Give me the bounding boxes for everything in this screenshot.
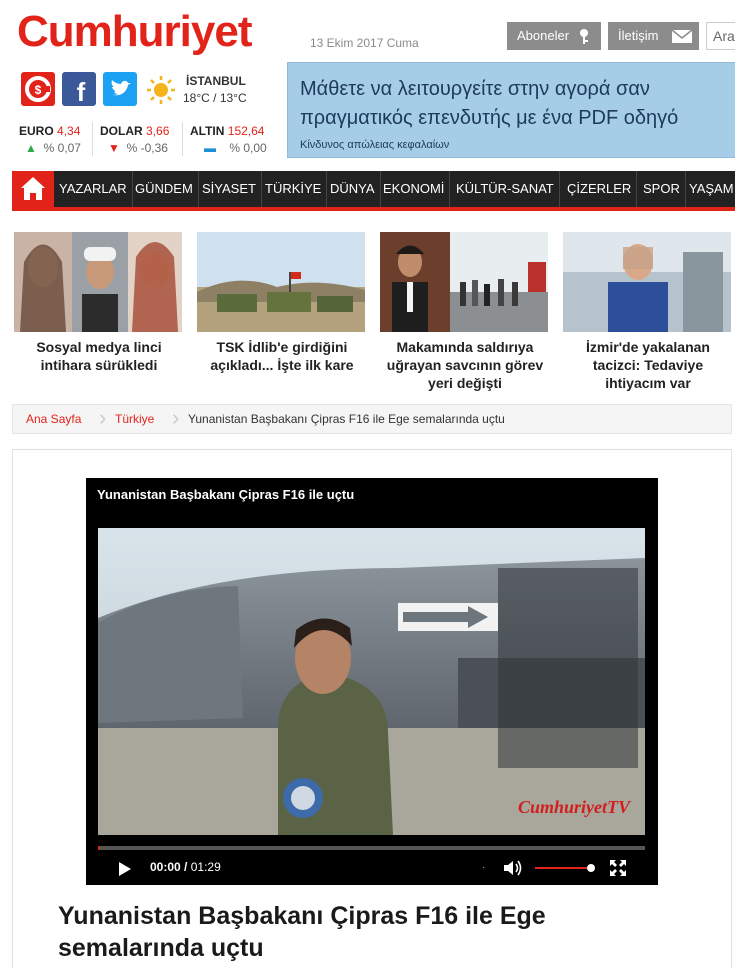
nav-kultur-sanat[interactable]: KÜLTÜR-SANAT	[451, 171, 560, 207]
video-player[interactable]: Yunanistan Başbakanı Çipras F16 ile uçtu	[86, 478, 658, 885]
news-caption-3[interactable]: Makamında saldırıya uğrayan savcının gör…	[380, 338, 550, 392]
svg-text:f: f	[77, 77, 86, 106]
video-title: Yunanistan Başbakanı Çipras F16 ile uçtu	[97, 487, 355, 502]
flat-dash-icon: ▬	[204, 141, 216, 155]
nav-turkiye[interactable]: TÜRKİYE	[260, 171, 328, 207]
cumhuriyet-app-icon[interactable]: $	[21, 72, 55, 106]
video-frame[interactable]: CumhuriyetTV	[98, 528, 645, 835]
currency-dollar: DOLAR 3,66	[100, 124, 170, 138]
nav-yasam[interactable]: YAŞAM	[684, 171, 735, 207]
currency-gold: ALTIN 152,64	[190, 124, 265, 138]
volume-slider[interactable]	[535, 864, 595, 872]
ad-disclaimer: Κίνδυνος απώλειας κεφαλαίων	[300, 139, 450, 151]
breadcrumb-category[interactable]: Türkiye	[115, 405, 154, 433]
currency-gold-change: ▬ % 0,00	[204, 141, 267, 155]
facebook-icon[interactable]: f	[62, 72, 96, 107]
breadcrumb-home[interactable]: Ana Sayfa	[26, 405, 81, 433]
main-navigation: YAZARLAR GÜNDEM SİYASET TÜRKİYE DÜNYA EK…	[12, 171, 735, 211]
video-watermark: CumhuriyetTV	[518, 797, 632, 817]
home-icon	[21, 177, 45, 200]
subscribers-label: Aboneler	[517, 28, 570, 43]
weather-city: İSTANBUL	[186, 74, 246, 88]
twitter-icon[interactable]	[103, 72, 137, 106]
volume-icon[interactable]	[504, 860, 524, 876]
divider	[182, 122, 183, 156]
volume-knob[interactable]	[587, 864, 595, 872]
news-image-2[interactable]	[197, 232, 365, 332]
envelope-icon	[671, 29, 693, 43]
subscribers-button[interactable]: Aboneler	[507, 22, 601, 50]
contact-label: İletişim	[618, 28, 659, 43]
weather-temperature: 18°C / 13°C	[183, 91, 247, 105]
contact-button[interactable]: İletişim	[608, 22, 699, 50]
news-caption-2[interactable]: TSK İdlib'e girdiğini açıkladı... İşte i…	[197, 338, 367, 374]
currency-euro-change: ▲ % 0,07	[25, 141, 81, 155]
news-caption-4[interactable]: İzmir'de yakalanan tacizci: Tedaviye iht…	[563, 338, 733, 392]
currency-euro: EURO 4,34	[19, 124, 81, 138]
fullscreen-icon[interactable]	[610, 860, 626, 876]
sun-icon	[145, 74, 177, 106]
news-image-4[interactable]	[563, 232, 731, 332]
breadcrumb: Ana Sayfa › Türkiye › Yunanistan Başbaka…	[12, 404, 732, 434]
video-progress-bar[interactable]	[98, 846, 645, 850]
nav-dunya[interactable]: DÜNYA	[325, 171, 381, 207]
nav-siyaset[interactable]: SİYASET	[197, 171, 262, 207]
nav-spor[interactable]: SPOR	[638, 171, 686, 207]
nav-cizerler[interactable]: ÇİZERLER	[562, 171, 638, 207]
divider	[92, 122, 93, 156]
dot-separator: ·	[482, 862, 486, 873]
breadcrumb-separator: ›	[99, 405, 107, 430]
current-date: 13 Ekim 2017 Cuma	[310, 36, 419, 50]
article-headline: Yunanistan Başbakanı Çipras F16 ile Ege …	[58, 902, 546, 962]
down-arrow-icon: ▼	[108, 141, 120, 155]
up-arrow-icon: ▲	[25, 141, 37, 155]
nav-gundem[interactable]: GÜNDEM	[130, 171, 199, 207]
play-icon[interactable]	[119, 862, 131, 876]
news-caption-1[interactable]: Sosyal medya linci intihara sürükledi	[14, 338, 184, 374]
key-icon	[580, 29, 588, 44]
home-button[interactable]	[12, 171, 54, 207]
breadcrumb-separator: ›	[172, 405, 180, 430]
nav-ekonomi[interactable]: EKONOMİ	[378, 171, 451, 207]
video-time: 00:00 / 01:29	[150, 860, 221, 874]
advertisement-banner[interactable]: Μάθετε να λειτουργείτε στην αγορά σαν πρ…	[287, 62, 735, 158]
site-logo[interactable]: Cumhuriyet	[17, 6, 252, 58]
nav-yazarlar[interactable]: YAZARLAR	[54, 171, 133, 207]
news-image-3[interactable]	[380, 232, 548, 332]
svg-text:$: $	[35, 83, 42, 97]
news-image-1[interactable]	[14, 232, 182, 332]
currency-dollar-change: ▼ % -0,36	[108, 141, 168, 155]
search-input[interactable]: Ara	[706, 22, 735, 50]
breadcrumb-current: Yunanistan Başbakanı Çipras F16 ile Ege …	[188, 412, 505, 426]
ad-headline: Μάθετε να λειτουργείτε στην αγορά σαν πρ…	[300, 78, 679, 129]
